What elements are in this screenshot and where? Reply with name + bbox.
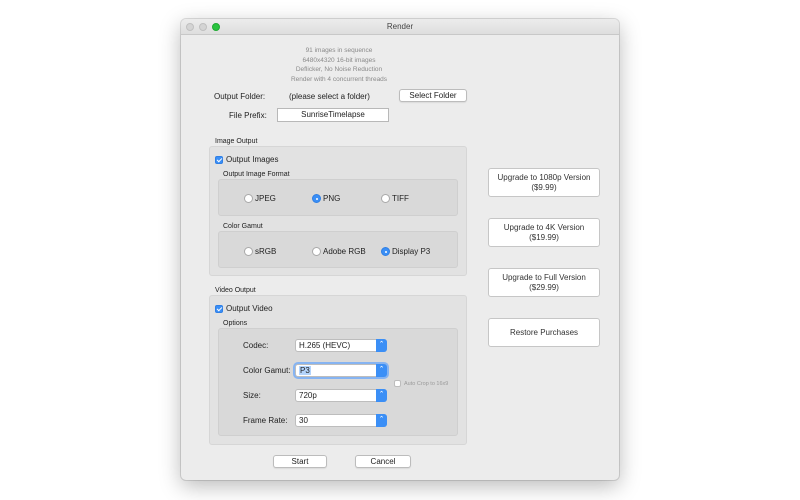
codec-value: H.265 (HEVC) (299, 341, 351, 350)
gamut-displayp3-label: Display P3 (392, 247, 431, 256)
size-label: Size: (243, 391, 261, 400)
auto-crop-checkbox[interactable] (394, 380, 401, 387)
output-folder-value: (please select a folder) (289, 92, 370, 101)
format-png-radio[interactable] (312, 194, 321, 203)
upgrade-4k-title: Upgrade to 4K Version (503, 223, 585, 232)
color-gamut-value: P3 (299, 366, 311, 375)
start-button[interactable]: Start (273, 455, 327, 468)
size-select[interactable]: 720p ⌃ (295, 389, 387, 402)
upgrade-full-title: Upgrade to Full Version (502, 273, 586, 282)
chevron-updown-icon: ⌃ (376, 339, 387, 352)
chevron-updown-icon: ⌃ (376, 364, 387, 377)
upgrade-4k-button[interactable]: Upgrade to 4K Version ($19.99) (488, 218, 600, 247)
color-gamut-label: Color Gamut: (243, 366, 291, 375)
gamut-adobergb-radio[interactable] (312, 247, 321, 256)
format-jpeg-label: JPEG (255, 194, 276, 203)
output-image-format-title: Output Image Format (223, 171, 290, 178)
cancel-button[interactable]: Cancel (355, 455, 411, 468)
gamut-srgb-radio[interactable] (244, 247, 253, 256)
upgrade-full-button[interactable]: Upgrade to Full Version ($29.99) (488, 268, 600, 297)
frame-rate-value: 30 (299, 416, 308, 425)
upgrade-full-price: ($29.99) (529, 283, 559, 292)
restore-purchases-button[interactable]: Restore Purchases (488, 318, 600, 347)
info-threads: Render with 4 concurrent threads (290, 75, 388, 83)
gamut-adobergb-label: Adobe RGB (323, 247, 366, 256)
format-tiff-label: TIFF (392, 194, 409, 203)
format-jpeg-radio[interactable] (244, 194, 253, 203)
color-gamut-select[interactable]: P3 ⌃ (295, 364, 387, 377)
select-folder-button[interactable]: Select Folder (399, 89, 467, 102)
upgrade-1080p-button[interactable]: Upgrade to 1080p Version ($9.99) (488, 168, 600, 197)
format-tiff-radio[interactable] (381, 194, 390, 203)
output-video-label: Output Video (226, 304, 273, 313)
upgrade-1080p-price: ($9.99) (531, 183, 557, 192)
gamut-displayp3-radio[interactable] (381, 247, 390, 256)
size-value: 720p (299, 391, 317, 400)
frame-rate-label: Frame Rate: (243, 416, 288, 425)
chevron-updown-icon: ⌃ (376, 414, 387, 427)
format-png-label: PNG (323, 194, 341, 203)
info-image-count: 91 images in sequence (305, 47, 373, 54)
title-bar: Render (181, 19, 619, 35)
video-output-title: Video Output (215, 287, 256, 294)
render-window: Render 91 images in sequence 6480x4320 1… (181, 19, 619, 480)
output-video-checkbox[interactable] (215, 305, 223, 313)
render-info: 91 images in sequence 6480x4320 16-bit i… (181, 46, 497, 84)
upgrade-4k-price: ($19.99) (529, 233, 559, 242)
gamut-srgb-label: sRGB (255, 247, 277, 256)
file-prefix-label: File Prefix: (229, 111, 267, 120)
frame-rate-select[interactable]: 30 ⌃ (295, 414, 387, 427)
info-image-size: 6480x4320 16-bit images (302, 56, 376, 64)
image-output-title: Image Output (215, 138, 258, 145)
upgrade-1080p-title: Upgrade to 1080p Version (497, 173, 591, 182)
output-folder-label: Output Folder: (214, 92, 266, 101)
chevron-updown-icon: ⌃ (376, 389, 387, 402)
file-prefix-input[interactable]: SunriseTimelapse (277, 108, 389, 122)
codec-label: Codec: (243, 341, 269, 350)
info-processing: Deflicker, No Noise Reduction (295, 66, 383, 73)
output-images-label: Output Images (226, 155, 279, 164)
options-title: Options (223, 320, 248, 327)
window-title: Render (386, 22, 414, 31)
color-gamut-title: Color Gamut (223, 223, 263, 230)
auto-crop-label: Auto Crop to 16x9 (404, 381, 449, 387)
codec-select[interactable]: H.265 (HEVC) ⌃ (295, 339, 387, 352)
output-images-checkbox[interactable] (215, 156, 223, 164)
